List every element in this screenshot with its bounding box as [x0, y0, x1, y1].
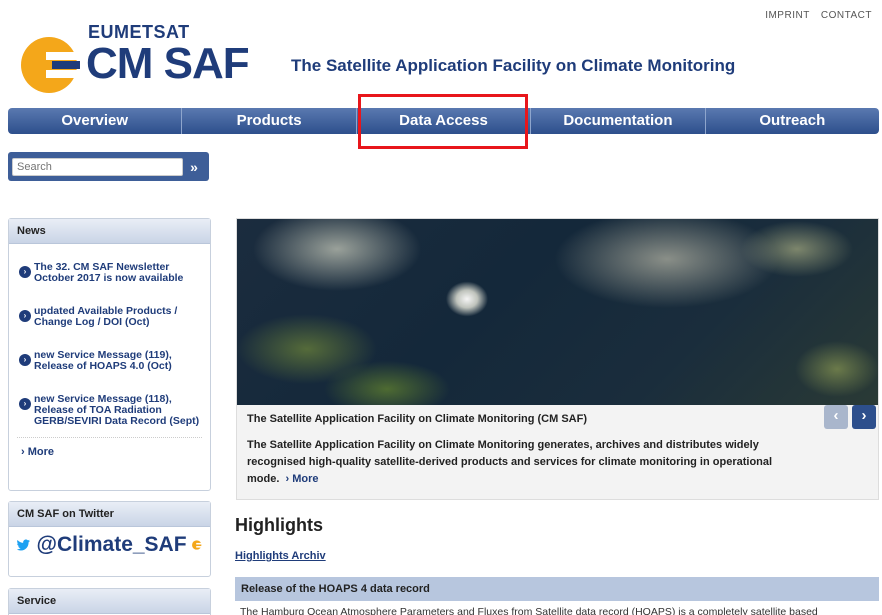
nav-outreach[interactable]: Outreach [706, 108, 879, 134]
news-item[interactable]: › new Service Message (118), Release of … [9, 386, 210, 433]
hero-more-link[interactable]: › More [282, 473, 319, 485]
news-item-label: new Service Message (119), Release of HO… [34, 349, 172, 372]
news-title: News [9, 219, 210, 244]
chevron-right-icon: › [19, 310, 31, 322]
twitter-link[interactable]: @Climate_SAF [9, 527, 210, 563]
news-item-label: updated Available Products / Change Log … [34, 305, 178, 328]
logo-name-text: CM SAF [86, 39, 250, 88]
imprint-link[interactable]: IMPRINT [765, 10, 809, 21]
chevron-right-icon: › [19, 266, 31, 278]
twitter-bird-icon [17, 539, 31, 551]
twitter-panel: CM SAF on Twitter @Climate_SAF [8, 501, 211, 577]
news-item[interactable]: › updated Available Products / Change Lo… [9, 298, 210, 334]
highlights-title: Highlights [235, 515, 323, 535]
news-more-link[interactable]: › More [17, 437, 202, 464]
hero-text: The Satellite Application Facility on Cl… [247, 437, 807, 488]
nav-documentation[interactable]: Documentation [531, 108, 706, 134]
chevron-right-icon: › [21, 446, 28, 458]
eumetsat-logo-icon [21, 37, 80, 93]
chevron-right-icon: › [19, 398, 31, 410]
chevron-right-icon: › [19, 354, 31, 366]
twitter-handle: @Climate_SAF [36, 533, 187, 556]
news-item[interactable]: › new Service Message (119), Release of … [9, 342, 210, 378]
news-panel: News › The 32. CM SAF Newsletter October… [8, 218, 211, 491]
service-title: Service [9, 589, 210, 614]
search-submit-button[interactable]: » [183, 157, 205, 177]
cmsaf-logo[interactable]: EUMETSAT CM SAF [18, 22, 268, 97]
slider-next-button[interactable]: › [852, 405, 876, 429]
contact-link[interactable]: CONTACT [821, 10, 872, 21]
highlight-item-text: The Hamburg Ocean Atmosphere Parameters … [240, 606, 818, 615]
cmsaf-sun-icon [191, 540, 202, 550]
hero-more-label: More [292, 473, 319, 485]
news-item-label: The 32. CM SAF Newsletter October 2017 i… [34, 261, 184, 284]
twitter-title: CM SAF on Twitter [9, 502, 210, 527]
news-more-label: More [27, 446, 55, 458]
hero-description: The Satellite Application Facility on Cl… [247, 439, 773, 485]
main-nav: Overview Products Data Access Documentat… [8, 108, 879, 134]
slider-prev-button[interactable]: ‹ [824, 405, 848, 429]
news-item[interactable]: › The 32. CM SAF Newsletter October 2017… [9, 254, 210, 290]
satellite-image [237, 219, 878, 405]
highlight-item-title[interactable]: Release of the HOAPS 4 data record [235, 577, 879, 601]
nav-overview[interactable]: Overview [8, 108, 183, 134]
highlights-archiv-link[interactable]: Highlights Archiv [235, 550, 326, 562]
search-box: » [8, 152, 209, 181]
site-tagline: The Satellite Application Facility on Cl… [291, 56, 736, 75]
top-links: IMPRINT CONTACT [757, 10, 872, 21]
nav-data-access[interactable]: Data Access [357, 108, 532, 134]
search-input[interactable] [12, 157, 184, 176]
nav-products[interactable]: Products [182, 108, 357, 134]
hero-slider: ‹ › The Satellite Application Facility o… [236, 218, 879, 500]
news-item-label: new Service Message (118), Release of TO… [34, 393, 200, 427]
service-panel: Service [8, 588, 211, 615]
hero-title: The Satellite Application Facility on Cl… [247, 413, 587, 425]
